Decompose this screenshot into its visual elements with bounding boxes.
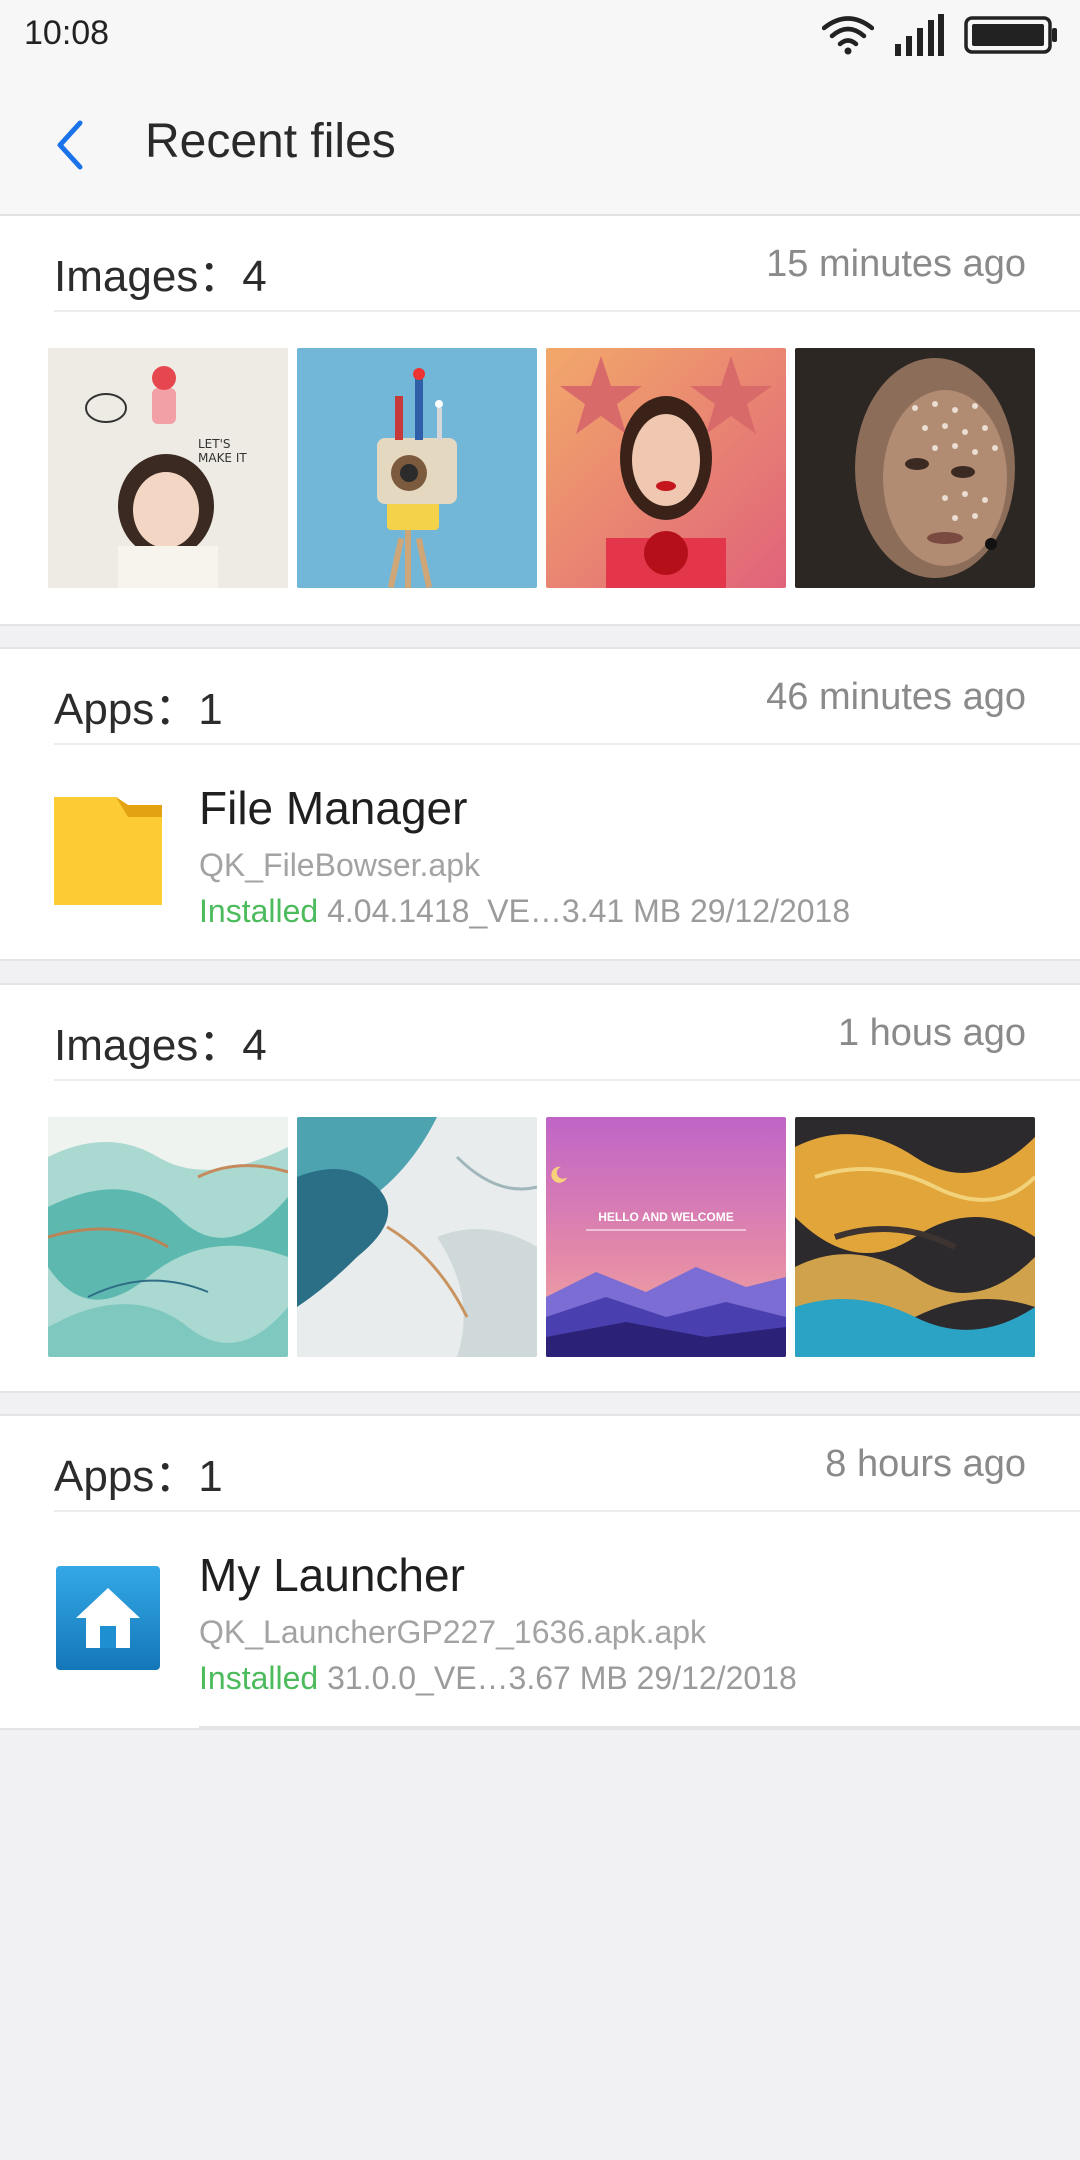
divider [199, 1726, 1080, 1728]
signal-icon [895, 14, 944, 56]
image-thumbnail-camera[interactable] [297, 348, 537, 588]
section-title: Apps：1 [54, 685, 223, 734]
image-thumbnail-gold-marble[interactable] [795, 1117, 1035, 1357]
svg-text:MAKE IT: MAKE IT [198, 451, 247, 465]
recent-apps-section: Apps：1 8 hours ago My Launcher QK_Launch… [0, 1414, 1080, 1730]
install-status: Installed [199, 893, 319, 929]
app-file-name: QK_LauncherGP227_1636.apk.apk [199, 1614, 707, 1650]
section-header: Apps：1 8 hours ago [54, 1416, 1080, 1512]
recent-images-section: Images：4 1 hous ago HELLO AND WELCOME [0, 983, 1080, 1393]
image-thumbnail-teal-marble[interactable] [48, 1117, 288, 1357]
status-bar: 10:08 [0, 0, 1080, 70]
image-thumbnail-girl[interactable]: LET'S MAKE IT [48, 348, 288, 588]
star-portrait-image [546, 348, 786, 588]
girl-cake-image: LET'S MAKE IT [48, 348, 288, 588]
section-time: 15 minutes ago [766, 243, 1026, 285]
section-title: Images：4 [54, 252, 267, 301]
thumbnail-text: HELLO AND WELCOME [598, 1210, 734, 1224]
app-details: 31.0.0_VE…3.67 MB 29/12/2018 [327, 1660, 797, 1696]
section-header: Images：4 15 minutes ago [54, 216, 1080, 312]
section-time: 8 hours ago [825, 1443, 1026, 1485]
app-meta: Installed 4.04.1418_VE…3.41 MB 29/12/201… [199, 893, 850, 930]
section-title: Apps：1 [54, 1452, 223, 1501]
welcome-wallpaper-image: HELLO AND WELCOME [546, 1117, 786, 1357]
image-thumbnail-portrait[interactable] [546, 348, 786, 588]
app-file-name: QK_FileBowser.apk [199, 847, 481, 883]
recent-images-section: Images：4 15 minutes ago LET'S MAKE IT [0, 216, 1080, 626]
status-icons [822, 12, 1058, 58]
status-time: 10:08 [24, 14, 110, 52]
gold-marble-image [795, 1117, 1035, 1357]
light-dots-face-image [795, 348, 1035, 588]
home-icon [56, 1566, 160, 1670]
image-thumbnail-blue-marble[interactable] [297, 1117, 537, 1357]
app-name: File Manager [199, 782, 468, 834]
camera-toy-image [297, 348, 537, 588]
section-title: Images：4 [54, 1021, 267, 1070]
wifi-icon [822, 16, 874, 55]
battery-icon [964, 16, 1057, 54]
section-header: Apps：1 46 minutes ago [54, 649, 1080, 745]
install-status: Installed [199, 1660, 319, 1696]
image-thumbnails: HELLO AND WELCOME [48, 1117, 1035, 1357]
app-item-my-launcher[interactable]: My Launcher QK_LauncherGP227_1636.apk.ap… [0, 1512, 1080, 1728]
blue-marble-image [297, 1117, 537, 1357]
app-bar: Recent files [0, 70, 1080, 216]
app-item-file-manager[interactable]: File Manager QK_FileBowser.apk Installed… [0, 745, 1080, 959]
app-meta: Installed 31.0.0_VE…3.67 MB 29/12/2018 [199, 1660, 797, 1697]
folder-icon [54, 797, 162, 905]
app-details: 4.04.1418_VE…3.41 MB 29/12/2018 [327, 893, 851, 929]
teal-marble-image [48, 1117, 288, 1357]
image-thumbnail-welcome[interactable]: HELLO AND WELCOME [546, 1117, 786, 1357]
back-button[interactable] [40, 110, 100, 180]
app-name: My Launcher [199, 1549, 465, 1601]
section-time: 1 hous ago [837, 1012, 1026, 1054]
image-thumbnails: LET'S MAKE IT [48, 348, 1035, 588]
chevron-left-icon [57, 120, 83, 170]
section-time: 46 minutes ago [766, 676, 1026, 718]
section-header: Images：4 1 hous ago [54, 985, 1080, 1081]
image-thumbnail-face[interactable] [795, 348, 1035, 588]
page-title: Recent files [145, 115, 396, 168]
svg-text:LET'S: LET'S [198, 437, 231, 451]
recent-apps-section: Apps：1 46 minutes ago File Manager QK_Fi… [0, 647, 1080, 961]
